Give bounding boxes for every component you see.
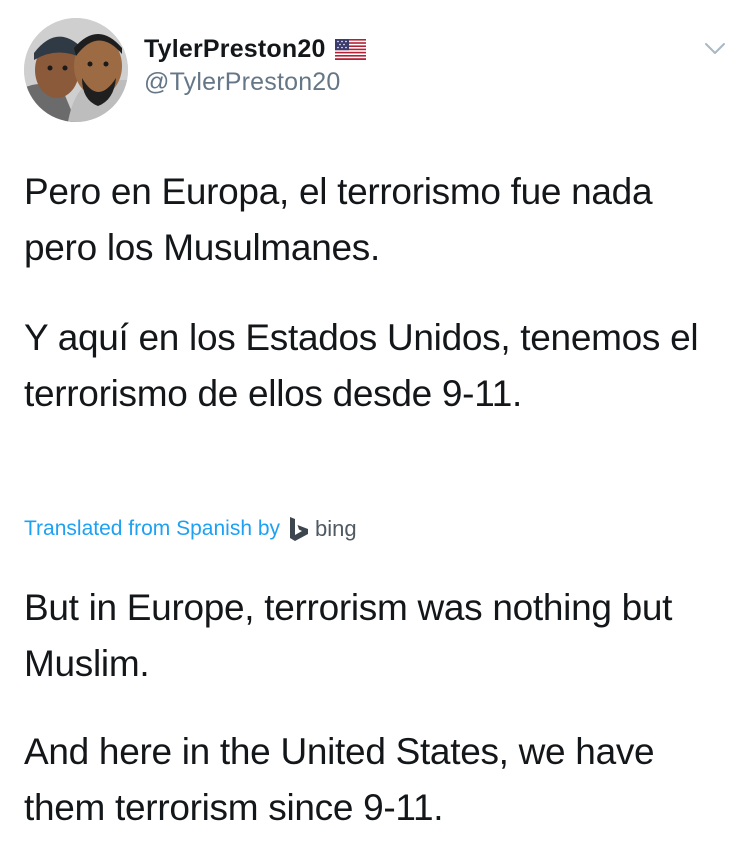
tweet-header: TylerPreston20 @TylerPreston20 <box>24 18 734 122</box>
us-flag-icon <box>334 38 366 60</box>
bing-icon <box>290 517 309 541</box>
display-name-row: TylerPreston20 <box>144 32 366 66</box>
user-names: TylerPreston20 @TylerPreston20 <box>144 32 366 97</box>
translated-text-paragraph: But in Europe, terrorism was nothing but… <box>24 587 673 684</box>
original-text-paragraph: Y aquí en los Estados Unidos, tenemos el… <box>24 317 699 414</box>
avatar[interactable] <box>24 18 128 122</box>
display-name[interactable]: TylerPreston20 <box>144 35 326 64</box>
user-handle[interactable]: @TylerPreston20 <box>144 68 366 97</box>
translation-attribution: Translated from Spanish by bing <box>24 512 357 546</box>
bing-label: bing <box>315 516 357 541</box>
translated-from-link[interactable]: Translated from Spanish by <box>24 517 280 541</box>
chevron-down-icon[interactable] <box>704 42 726 56</box>
original-text-paragraph: Pero en Europa, el terrorismo fue nada p… <box>24 171 653 268</box>
translated-text-paragraph: And here in the United States, we have t… <box>24 731 655 828</box>
bing-logo: bing <box>288 516 357 542</box>
